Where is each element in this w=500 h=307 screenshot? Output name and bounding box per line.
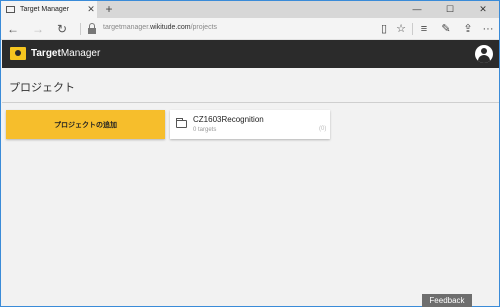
back-icon[interactable]: ← xyxy=(4,20,22,38)
web-note-icon[interactable]: ✎ xyxy=(437,20,455,38)
hub-icon[interactable]: ≡ xyxy=(415,20,433,38)
folder-icon xyxy=(176,118,187,128)
brand-name[interactable]: TargetManager xyxy=(31,48,100,59)
url-prefix: targetmanager. xyxy=(103,24,151,31)
brand-name-second: Manager xyxy=(60,48,101,59)
forward-icon[interactable]: → xyxy=(29,20,47,38)
minimize-button[interactable]: — xyxy=(401,1,433,18)
add-project-button[interactable]: プロジェクトの追加 xyxy=(6,110,165,139)
browser-window: Target Manager ✕ + — ☐ ✕ ← → ↻ targetman… xyxy=(0,0,500,307)
target-manager-logo-icon[interactable] xyxy=(10,47,26,60)
favorite-star-icon[interactable]: ☆ xyxy=(392,20,410,38)
title-divider xyxy=(2,102,499,103)
project-card[interactable]: CZ1603Recognition 0 targets (0) xyxy=(170,110,330,139)
project-name: CZ1603Recognition xyxy=(193,115,264,124)
tab-strip: Target Manager ✕ + — ☐ ✕ xyxy=(1,1,499,18)
navigation-bar: ← → ↻ targetmanager.wikitude.com/project… xyxy=(1,18,499,40)
maximize-button[interactable]: ☐ xyxy=(434,1,466,18)
feedback-button[interactable]: Feedback xyxy=(422,294,472,307)
url-domain: wikitude.com xyxy=(150,24,191,31)
browser-tab[interactable]: Target Manager ✕ xyxy=(1,1,97,18)
user-avatar-icon[interactable] xyxy=(475,45,493,63)
tab-title: Target Manager xyxy=(20,6,70,13)
brand-name-first: Target xyxy=(31,48,61,59)
app-header: TargetManager xyxy=(2,40,499,68)
new-tab-button[interactable]: + xyxy=(102,2,116,16)
reading-view-icon[interactable]: ▯ xyxy=(375,20,393,38)
lock-icon xyxy=(88,23,96,34)
address-separator xyxy=(80,23,81,35)
more-icon[interactable]: ··· xyxy=(479,20,497,38)
page-icon xyxy=(6,6,15,13)
url-path: /projects xyxy=(190,24,218,31)
toolbar-separator xyxy=(412,23,413,35)
refresh-icon[interactable]: ↻ xyxy=(53,20,71,38)
project-target-count: 0 targets xyxy=(193,127,217,133)
project-badge: (0) xyxy=(319,126,327,132)
page-title: プロジェクト xyxy=(9,82,75,94)
tab-close-icon[interactable]: ✕ xyxy=(85,4,97,15)
address-bar[interactable]: targetmanager.wikitude.com/projects xyxy=(103,24,217,31)
close-window-button[interactable]: ✕ xyxy=(467,1,499,18)
share-icon[interactable]: ⇪ xyxy=(459,20,477,38)
